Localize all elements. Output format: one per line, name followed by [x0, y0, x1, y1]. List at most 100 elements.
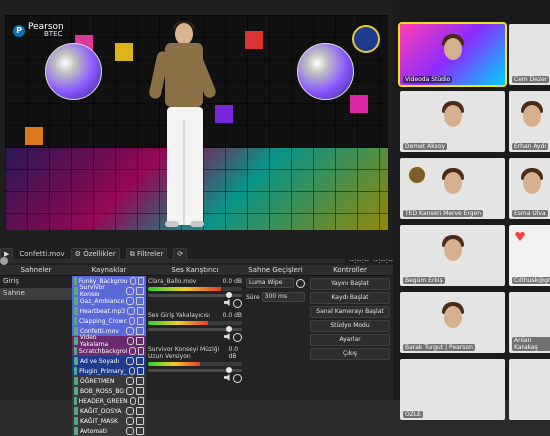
controls-panel: Kontroller Yayını Başlat Kaydı Başlat Sana… — [307, 265, 394, 400]
lock-icon[interactable] — [136, 307, 144, 315]
source-item[interactable]: HEADER_GREEN — [72, 396, 146, 406]
scene-item[interactable]: Giriş — [0, 276, 72, 288]
scenes-title: Sahneler — [0, 265, 72, 276]
controls-title: Kontroller — [307, 265, 393, 276]
source-item[interactable]: KAĞIT_DOSYA — [72, 406, 146, 416]
eye-icon[interactable] — [129, 397, 136, 405]
eye-icon[interactable] — [127, 307, 135, 315]
video-preview[interactable]: P Pearson BTEC — [5, 15, 388, 230]
eye-icon[interactable] — [126, 387, 135, 395]
transition-gear-icon[interactable] — [296, 278, 305, 288]
lock-icon[interactable] — [136, 417, 144, 425]
source-item[interactable]: Survivor Konseı — [72, 284, 146, 298]
control-button[interactable]: Ayarlar — [310, 334, 390, 346]
timeline-slider[interactable] — [0, 257, 346, 265]
source-item[interactable]: Scratchbackgroi — [72, 346, 146, 356]
mixer-channel: Ses Giriş Yakalayıcısı 0.0 dB — [146, 310, 244, 344]
eye-icon[interactable] — [126, 287, 135, 295]
sources-panel: Kaynaklar Funky_Backgrou Survivor Konseı G… — [72, 265, 147, 436]
lock-icon[interactable] — [136, 337, 144, 345]
source-item[interactable]: Avtomati — [72, 426, 146, 436]
eye-icon[interactable] — [126, 427, 134, 435]
source-item[interactable]: Gaz_Ambiance — [72, 296, 146, 306]
mixer-channel-name: Clara_Ballo.mov — [148, 278, 197, 285]
source-item[interactable]: Video Yakalama — [72, 334, 146, 348]
lock-icon[interactable] — [136, 427, 144, 435]
control-button[interactable]: Yayını Başlat — [310, 278, 390, 290]
mixer-db: 0.0 dB — [222, 278, 242, 285]
eye-icon[interactable] — [126, 337, 135, 345]
participant-tile[interactable]: Erhan Aydı — [509, 91, 550, 152]
control-button[interactable]: Sanal Kamerayı Başlat — [310, 306, 390, 318]
lock-icon[interactable] — [136, 407, 144, 415]
control-button[interactable]: Kaydı Başlat — [310, 292, 390, 304]
participant-tile[interactable]: Cılthusk@gma — [509, 225, 550, 286]
eye-icon[interactable] — [126, 297, 135, 305]
lock-icon[interactable] — [136, 327, 144, 335]
speaker-icon[interactable] — [224, 299, 230, 306]
scenes-panel: Sahneler Giriş Sahne — [0, 265, 73, 400]
volume-slider[interactable] — [148, 292, 242, 298]
lock-icon[interactable] — [137, 367, 144, 375]
gear-icon[interactable] — [233, 299, 242, 308]
lock-icon[interactable] — [136, 357, 144, 365]
lock-icon[interactable] — [136, 297, 144, 305]
gear-icon[interactable] — [233, 374, 242, 383]
lock-icon[interactable] — [137, 347, 144, 355]
speaker-icon[interactable] — [224, 333, 230, 340]
eye-icon[interactable] — [126, 357, 134, 365]
lock-icon[interactable] — [136, 287, 145, 295]
eye-icon[interactable] — [126, 377, 134, 385]
eye-icon[interactable] — [129, 347, 136, 355]
eye-icon[interactable] — [128, 317, 136, 325]
source-item[interactable]: Plugin_Primary_ — [72, 366, 146, 376]
source-label: Scratchbackgroi — [78, 347, 128, 355]
source-item[interactable]: Heartbeat.mp3 — [72, 306, 146, 316]
eye-icon[interactable] — [126, 327, 134, 335]
scene-item-active[interactable]: Sahne — [0, 288, 72, 300]
participant-tile[interactable]: Esma Ulva — [509, 158, 550, 219]
volume-slider[interactable] — [148, 326, 242, 332]
participant-tile[interactable]: Arılan Karakaş — [509, 292, 550, 353]
participant-tile[interactable]: Barak Turgut | Pearson — [400, 292, 505, 353]
volume-slider[interactable] — [148, 367, 242, 373]
eye-icon[interactable] — [129, 277, 136, 285]
participant-tile[interactable] — [509, 359, 550, 420]
eye-icon[interactable] — [128, 367, 136, 375]
participant-tile[interactable]: Begüm Erkiş — [400, 225, 505, 286]
source-color-indicator — [74, 417, 78, 425]
source-item[interactable]: Clapping_Crowc — [72, 316, 146, 326]
participant-tile[interactable]: Demet Aksoy — [400, 91, 505, 152]
source-item[interactable]: Ad ve Soyadı — [72, 356, 146, 366]
lock-icon[interactable] — [136, 387, 144, 395]
control-button[interactable]: Çıkış — [310, 348, 390, 360]
speaker-icon[interactable] — [224, 374, 230, 381]
lock-icon[interactable] — [136, 377, 144, 385]
source-list: Funky_Backgrou Survivor Konseı Gaz_Ambianc… — [72, 276, 146, 436]
eye-icon[interactable] — [126, 417, 134, 425]
duration-input[interactable]: 300 ms — [261, 292, 305, 302]
duration-label: Süre — [246, 293, 260, 301]
participant-name: Esma Ulva — [512, 210, 548, 217]
lock-icon[interactable] — [137, 277, 144, 285]
participant-face — [443, 239, 462, 261]
lock-icon[interactable] — [137, 397, 145, 405]
gear-icon[interactable] — [233, 333, 242, 342]
source-item[interactable]: BOB_ROSS_BG — [72, 386, 146, 396]
participant-tile[interactable]: ÖZLE — [400, 359, 505, 420]
participant-name: ÖZLE — [403, 411, 423, 418]
presenter-head — [175, 23, 193, 45]
transition-select[interactable]: Luma Wipe — [246, 278, 294, 288]
source-item[interactable]: KAĞIT_MASK — [72, 416, 146, 426]
participant-tile[interactable]: Cem Dezer — [509, 24, 550, 85]
participant-grid: Videoda Stüdio Cem Dezer Demet Aksoy Erhan … — [398, 22, 550, 420]
obs-panels: Sahneler Giriş Sahne Kaynaklar Funky_Bac… — [0, 265, 394, 436]
eye-icon[interactable] — [126, 407, 134, 415]
lock-icon[interactable] — [137, 317, 144, 325]
control-button[interactable]: Stüdyo Modu — [310, 320, 390, 332]
source-item[interactable]: ÖĞRETMEN — [72, 376, 146, 386]
source-label: Gaz_Ambiance — [79, 297, 125, 305]
participant-tile[interactable]: Videoda Stüdio — [398, 22, 507, 87]
mixer-channel-name: Survivor Konseyi Müziği Uzun Versiyon — [148, 346, 220, 360]
participant-tile[interactable]: TED Kanseri Merve Ergen — [400, 158, 505, 219]
